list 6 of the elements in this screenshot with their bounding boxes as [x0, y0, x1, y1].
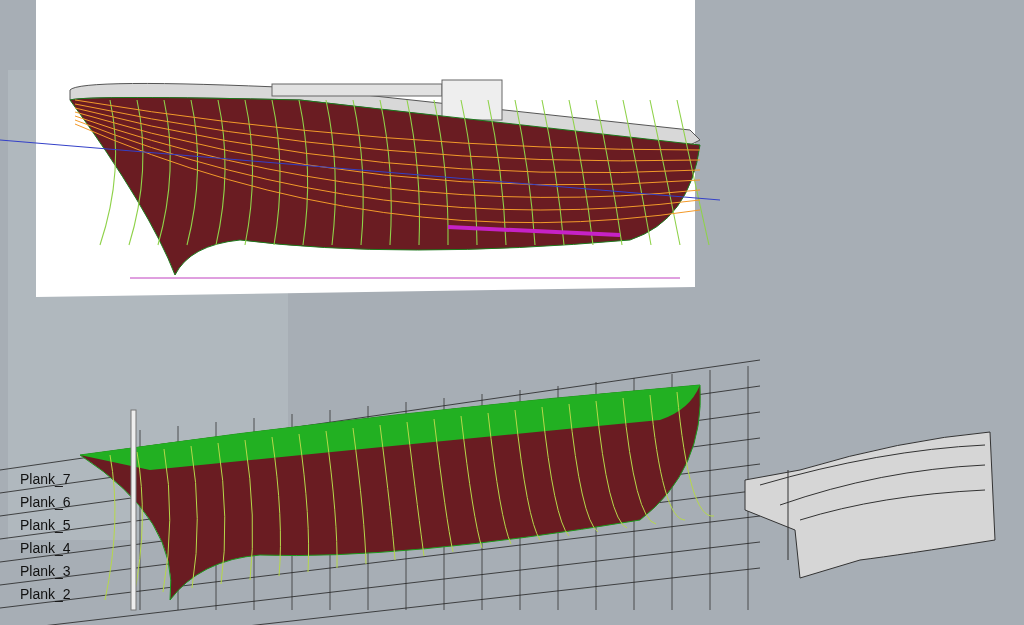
plank-label: Plank_2 — [20, 585, 71, 604]
plank-label: Plank_7 — [20, 470, 71, 489]
plank-label: Plank_5 — [20, 516, 71, 535]
plank-label: Plank_4 — [20, 539, 71, 558]
plank-label: Plank_6 — [20, 493, 71, 512]
plank-label: Plank_3 — [20, 562, 71, 581]
